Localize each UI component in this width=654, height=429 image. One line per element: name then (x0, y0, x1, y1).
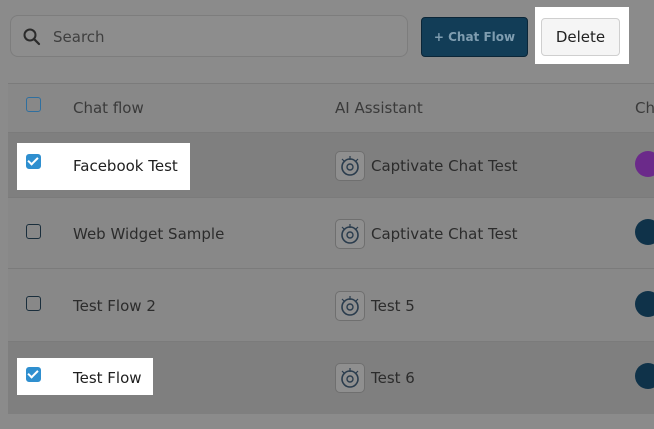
add-chat-flow-button[interactable]: + Chat Flow (421, 17, 528, 57)
assistant-name: Captivate Chat Test (371, 225, 518, 243)
chat-flow-name[interactable]: Test Flow 2 (73, 297, 156, 315)
assistant-icon (335, 291, 365, 321)
assistant-icon (335, 363, 365, 393)
row-checkbox[interactable] (26, 154, 41, 169)
delete-button[interactable]: Delete (541, 18, 620, 56)
column-header-chat-flow: Chat flow (73, 99, 144, 117)
select-all-checkbox[interactable] (26, 97, 41, 112)
column-header-channel: Ch (635, 99, 654, 117)
chat-flow-name[interactable]: Web Widget Sample (73, 225, 224, 243)
search-icon (23, 28, 41, 46)
web-widget-icon (635, 219, 654, 245)
assistant-name: Test 6 (371, 369, 415, 387)
add-chat-flow-label: + Chat Flow (433, 30, 516, 44)
delete-highlight: Delete (535, 7, 629, 64)
assistant-icon (335, 151, 365, 181)
search-field[interactable] (10, 15, 408, 58)
chat-flow-name[interactable]: Test Flow (73, 369, 142, 387)
chat-flow-name[interactable]: Facebook Test (73, 157, 178, 175)
row-checkbox[interactable] (26, 367, 41, 382)
assistant-icon (335, 219, 365, 249)
web-widget-icon (635, 363, 654, 389)
row-checkbox[interactable] (26, 296, 41, 311)
column-header-ai-assistant: AI Assistant (335, 99, 423, 117)
assistant-name: Test 5 (371, 297, 415, 315)
web-widget-icon (635, 291, 654, 317)
search-input[interactable] (51, 16, 395, 58)
messenger-icon (635, 151, 654, 177)
row-checkbox[interactable] (26, 224, 41, 239)
chat-flow-table: Chat flow AI Assistant Ch Facebook Test … (8, 83, 654, 414)
assistant-name: Captivate Chat Test (371, 157, 518, 175)
delete-label: Delete (555, 28, 606, 46)
